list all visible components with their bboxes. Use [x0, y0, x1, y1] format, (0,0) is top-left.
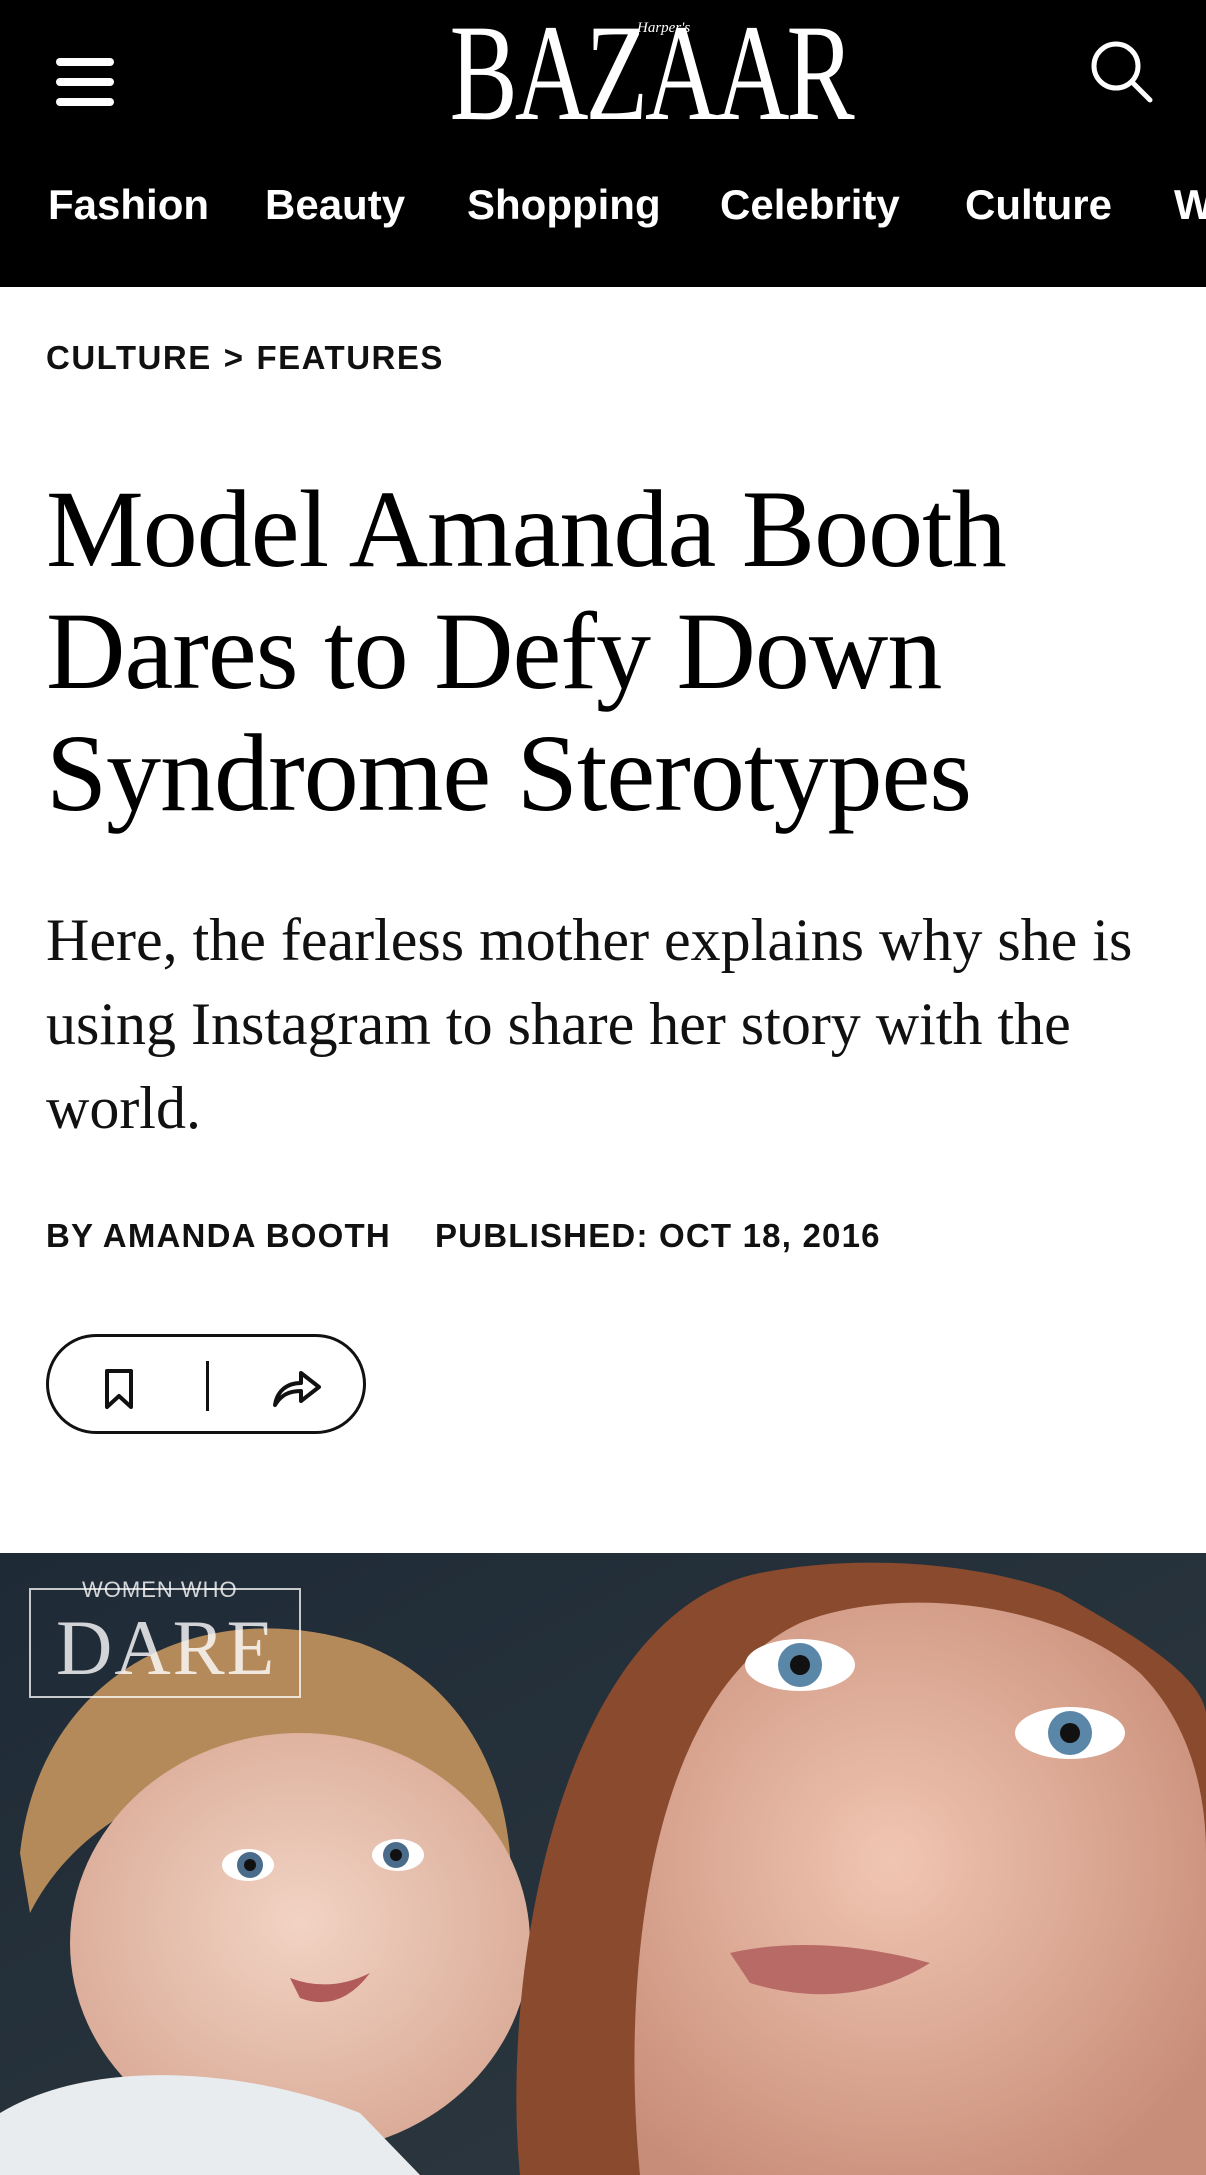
site-logo[interactable]: BAZAAR Harper's — [395, 0, 855, 149]
article-dek: Here, the fearless mother explains why s… — [46, 907, 1133, 1141]
nav-item-partial[interactable]: W — [1174, 170, 1206, 240]
bookmark-icon[interactable] — [94, 1363, 144, 1413]
publish-date: PUBLISHED: OCT 18, 2016 — [434, 1217, 881, 1254]
article-actions — [46, 1334, 366, 1434]
breadcrumb-features[interactable]: FEATURES — [256, 339, 443, 376]
hero-image[interactable]: WOMEN WHO DARE — [0, 1553, 1206, 2175]
nav-item-celebrity[interactable]: Celebrity — [720, 170, 900, 240]
actions-divider — [206, 1361, 209, 1411]
overlay-women-who: WOMEN WHO — [82, 1577, 238, 1602]
overlay-dare: DARE — [56, 1604, 277, 1691]
hamburger-menu-icon[interactable] — [56, 58, 118, 108]
breadcrumb-separator: > — [223, 339, 245, 376]
article-headline: Model Amanda Booth Dares to Defy Down Sy… — [46, 468, 1007, 834]
byline: BY AMANDA BOOTH PUBLISHED: OCT 18, 2016 — [46, 1214, 881, 1258]
nav-item-beauty[interactable]: Beauty — [265, 170, 405, 240]
search-icon[interactable] — [1088, 38, 1156, 106]
nav-item-culture[interactable]: Culture — [965, 170, 1112, 240]
breadcrumb-culture[interactable]: CULTURE — [46, 339, 212, 376]
breadcrumb: CULTURE > FEATURES — [46, 336, 444, 380]
site-header: BAZAAR Harper's Fashion Beauty Shopping … — [0, 0, 1206, 287]
share-icon[interactable] — [269, 1363, 325, 1413]
logo-small-text: Harper's — [637, 20, 691, 36]
nav-item-fashion[interactable]: Fashion — [48, 170, 209, 240]
author-name[interactable]: BY AMANDA BOOTH — [46, 1217, 391, 1254]
logo-text: BAZAAR — [449, 0, 855, 149]
nav-item-shopping[interactable]: Shopping — [467, 170, 661, 240]
